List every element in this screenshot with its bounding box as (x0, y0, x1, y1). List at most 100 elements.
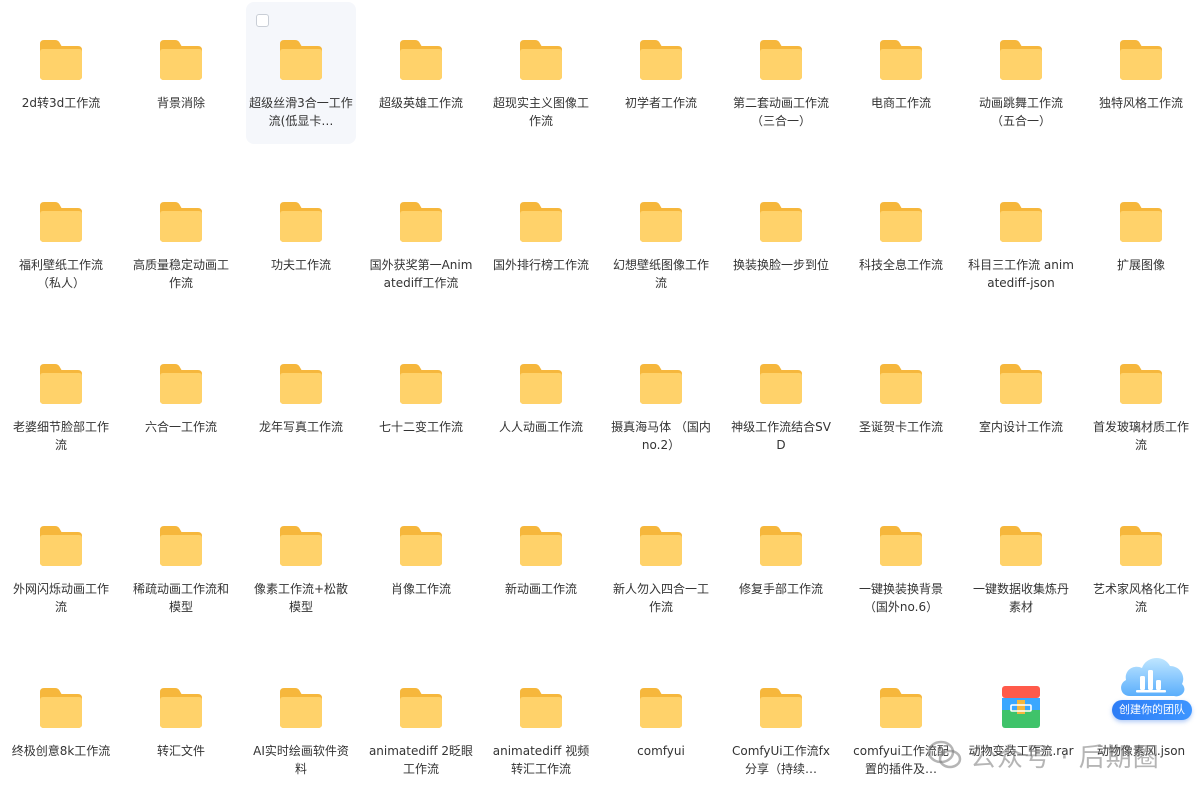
folder-item[interactable]: 高质量稳定动画工作流 (126, 164, 236, 306)
folder-item[interactable]: 首发玻璃材质工作流 (1086, 326, 1196, 468)
folder-item[interactable]: 国外排行榜工作流 (486, 164, 596, 306)
folder-icon (157, 362, 205, 406)
folder-icon (997, 362, 1045, 406)
folder-item[interactable]: 科技全息工作流 (846, 164, 956, 306)
item-name: 动物变装工作流.rar (968, 744, 1074, 758)
folder-item[interactable]: 稀疏动画工作流和模型 (126, 488, 236, 630)
folder-item[interactable]: 像素工作流+松散模型 (246, 488, 356, 630)
item-name: 肖像工作流 (390, 582, 451, 596)
folder-icon (997, 38, 1045, 82)
folder-icon (37, 524, 85, 568)
folder-item[interactable]: 换装换脸一步到位 (726, 164, 836, 306)
folder-icon (277, 524, 325, 568)
item-name: 电商工作流 (870, 96, 931, 110)
item-name: 一键数据收集炼丹素材 (972, 582, 1069, 614)
item-name: 科目三工作流 animatediff-json (968, 258, 1074, 290)
item-name: 独特风格工作流 (1098, 96, 1183, 110)
item-name: comfyui工作流配置的插件及… (853, 744, 949, 776)
folder-item[interactable]: 初学者工作流 (606, 2, 716, 144)
folder-icon (37, 686, 85, 730)
folder-icon (637, 362, 685, 406)
folder-icon (517, 686, 565, 730)
folder-item[interactable]: 龙年写真工作流 (246, 326, 356, 468)
folder-item[interactable]: 神级工作流结合SVD (726, 326, 836, 468)
folder-item[interactable]: 扩展图像 (1086, 164, 1196, 306)
folder-item[interactable]: 福利壁纸工作流（私人） (6, 164, 116, 306)
folder-item[interactable]: 电商工作流 (846, 2, 956, 144)
folder-icon (157, 38, 205, 82)
item-name: 圣诞贺卡工作流 (858, 420, 943, 434)
folder-item[interactable]: 幻想壁纸图像工作流 (606, 164, 716, 306)
item-name: 超级丝滑3合一工作流(低显卡… (249, 96, 353, 128)
select-checkbox[interactable] (256, 14, 269, 27)
folder-item[interactable]: 一键数据收集炼丹素材 (966, 488, 1076, 630)
folder-item[interactable]: 新动画工作流 (486, 488, 596, 630)
folder-item[interactable]: 转汇文件 (126, 650, 236, 792)
item-name: 艺术家风格化工作流 (1092, 582, 1189, 614)
create-team-badge[interactable]: 创建你的团队 (1110, 646, 1194, 722)
folder-item[interactable]: comfyui (606, 650, 716, 792)
folder-item[interactable]: comfyui工作流配置的插件及… (846, 650, 956, 792)
folder-item[interactable]: AI实时绘画软件资料 (246, 650, 356, 792)
file-item[interactable]: 动物变装工作流.rar (966, 650, 1076, 792)
folder-item[interactable]: 人人动画工作流 (486, 326, 596, 468)
folder-icon (277, 38, 325, 82)
folder-icon (1117, 362, 1165, 406)
item-name: 六合一工作流 (144, 420, 217, 434)
item-name: 转汇文件 (156, 744, 205, 758)
folder-icon (37, 200, 85, 244)
folder-icon (997, 524, 1045, 568)
item-name: 人人动画工作流 (498, 420, 583, 434)
folder-item[interactable]: ComfyUi工作流fx分享（持续… (726, 650, 836, 792)
folder-icon (277, 686, 325, 730)
folder-icon (637, 200, 685, 244)
folder-item[interactable]: animatediff 2眨眼工作流 (366, 650, 476, 792)
folder-item[interactable]: 2d转3d工作流 (6, 2, 116, 144)
folder-item[interactable]: 摄真海马体 （国内no.2） (606, 326, 716, 468)
folder-item[interactable]: 功夫工作流 (246, 164, 356, 306)
item-name: 神级工作流结合SVD (731, 420, 831, 452)
folder-icon (517, 362, 565, 406)
folder-item[interactable]: 肖像工作流 (366, 488, 476, 630)
folder-item[interactable]: 超现实主义图像工作流 (486, 2, 596, 144)
folder-icon (1117, 38, 1165, 82)
folder-item[interactable]: 外网闪烁动画工作流 (6, 488, 116, 630)
folder-item[interactable]: 背景消除 (126, 2, 236, 144)
folder-item[interactable]: 一键换装换背景（国外no.6） (846, 488, 956, 630)
item-name: animatediff 视频转汇工作流 (492, 744, 590, 776)
item-name: 超级英雄工作流 (378, 96, 463, 110)
folder-item[interactable]: 动画跳舞工作流（五合一） (966, 2, 1076, 144)
folder-icon (517, 200, 565, 244)
folder-item[interactable]: 艺术家风格化工作流 (1086, 488, 1196, 630)
folder-item[interactable]: 第二套动画工作流（三合一） (726, 2, 836, 144)
folder-item[interactable]: 超级英雄工作流 (366, 2, 476, 144)
folder-item[interactable]: 独特风格工作流 (1086, 2, 1196, 144)
item-name: 稀疏动画工作流和模型 (132, 582, 229, 614)
item-name: 外网闪烁动画工作流 (12, 582, 109, 614)
folder-item[interactable]: 七十二变工作流 (366, 326, 476, 468)
folder-item[interactable]: 六合一工作流 (126, 326, 236, 468)
folder-icon (157, 524, 205, 568)
item-name: 七十二变工作流 (378, 420, 463, 434)
folder-item[interactable]: 圣诞贺卡工作流 (846, 326, 956, 468)
folder-item[interactable]: 终极创意8k工作流 (6, 650, 116, 792)
folder-icon (877, 686, 925, 730)
folder-item[interactable]: 新人勿入四合一工作流 (606, 488, 716, 630)
folder-item[interactable]: animatediff 视频转汇工作流 (486, 650, 596, 792)
item-name: 科技全息工作流 (858, 258, 943, 272)
item-name: 摄真海马体 （国内no.2） (611, 420, 711, 452)
item-name: 首发玻璃材质工作流 (1092, 420, 1189, 452)
folder-item[interactable]: 国外获奖第一Animatediff工作流 (366, 164, 476, 306)
folder-icon (397, 38, 445, 82)
item-name: 初学者工作流 (624, 96, 697, 110)
folder-icon (157, 200, 205, 244)
folder-item[interactable]: 室内设计工作流 (966, 326, 1076, 468)
folder-item[interactable]: 超级丝滑3合一工作流(低显卡… (246, 2, 356, 144)
folder-item[interactable]: 科目三工作流 animatediff-json (966, 164, 1076, 306)
item-name: 室内设计工作流 (978, 420, 1063, 434)
folder-item[interactable]: 修复手部工作流 (726, 488, 836, 630)
folder-icon (517, 38, 565, 82)
folder-item[interactable]: 老婆细节脸部工作流 (6, 326, 116, 468)
folder-icon (277, 362, 325, 406)
item-name: 扩展图像 (1116, 258, 1165, 272)
